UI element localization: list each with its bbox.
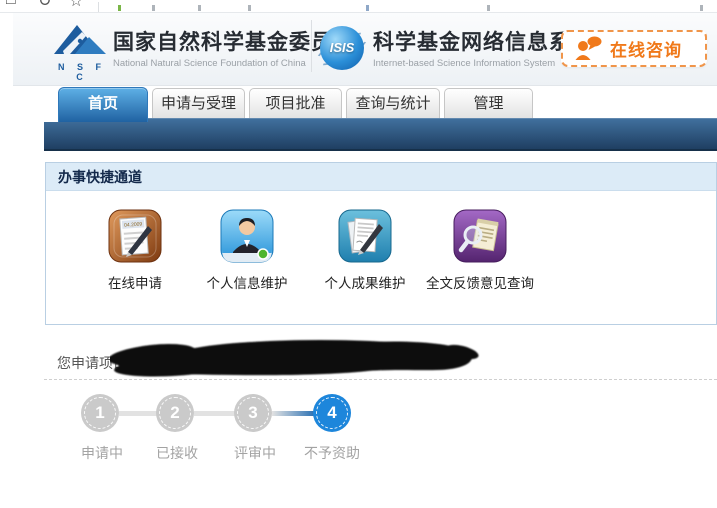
quick-channel-section: 办事快捷通道 04.2009 在线申请 个人信息维护 个人成果维护 全文反馈意见… <box>45 162 717 325</box>
step-label-under-review: 评审中 <box>234 445 276 461</box>
site-header: N S F C 国家自然科学基金委员会 National Natural Sci… <box>13 13 717 86</box>
svg-text:04.2009: 04.2009 <box>124 221 143 228</box>
step-label-not-funded: 不予资助 <box>304 445 360 461</box>
tab-management[interactable]: 管理 <box>444 88 533 118</box>
nsfc-title: 国家自然科学基金委员会 <box>113 31 355 54</box>
header-divider <box>311 20 312 72</box>
mountain-icon <box>54 25 106 54</box>
quick-item-label: 全文反馈意见查询 <box>426 276 534 291</box>
isis-subtitle: Internet-based Science Information Syste… <box>373 58 556 69</box>
url-text-fragment <box>198 5 201 11</box>
tab-query-statistics[interactable]: 查询与统计 <box>346 88 440 118</box>
window-icon[interactable]: □ <box>6 0 16 9</box>
quick-channel-title: 办事快捷通道 <box>46 163 716 191</box>
tab-home[interactable]: 首页 <box>58 87 148 122</box>
step-circle-not-funded: 4 <box>313 394 351 432</box>
url-text-fragment <box>487 5 490 11</box>
step-connector-2-3 <box>194 411 235 416</box>
quick-item-online-apply[interactable]: 04.2009 在线申请 <box>77 209 193 292</box>
isis-globe-icon: ISIS <box>320 26 364 70</box>
browser-chrome-strip: □ ↻ ☆ <box>0 0 717 13</box>
step-label-received: 已接收 <box>156 445 198 461</box>
quick-item-label: 在线申请 <box>108 276 162 291</box>
url-text-fragment <box>152 5 155 11</box>
feedback-search-icon <box>453 209 507 263</box>
tab-apply-accept[interactable]: 申请与受理 <box>152 88 245 118</box>
toolbar-divider <box>98 2 99 12</box>
step-circle-applying: 1 <box>81 394 119 432</box>
refresh-icon[interactable]: ↻ <box>38 0 51 11</box>
consult-button-label: 在线咨询 <box>610 41 682 60</box>
online-consult-button[interactable]: 在线咨询 <box>561 30 707 67</box>
isis-title: 科学基金网络信息系统 <box>373 31 593 54</box>
nsfc-acronym: N S F C <box>57 62 106 82</box>
online-apply-icon: 04.2009 <box>108 209 162 263</box>
quick-item-achievements[interactable]: 个人成果维护 <box>307 209 423 292</box>
step-circle-received: 2 <box>156 394 194 432</box>
bookmark-star-icon[interactable]: ☆ <box>69 0 83 11</box>
step-connector-3-4 <box>272 411 314 416</box>
url-text-fragment <box>366 5 369 11</box>
quick-item-label: 个人成果维护 <box>324 276 406 291</box>
quick-item-personal-info[interactable]: 个人信息维护 <box>189 209 305 292</box>
step-circle-under-review: 3 <box>234 394 272 432</box>
personal-info-icon <box>220 209 274 263</box>
quick-item-label: 个人信息维护 <box>206 276 288 291</box>
page: □ ↻ ☆ N S F C 国家自然科学基金委员会 National Natur… <box>0 0 717 508</box>
redaction-scribble <box>110 340 479 377</box>
step-connector-1-2 <box>119 411 157 416</box>
step-label-applying: 申请中 <box>81 445 123 461</box>
achievements-icon <box>338 209 392 263</box>
nsfc-logo: N S F C <box>53 24 107 82</box>
isis-brand-text: 科学基金网络信息系统 Internet-based Science Inform… <box>373 31 593 69</box>
quick-item-feedback-query[interactable]: 全文反馈意见查询 <box>422 209 538 292</box>
consult-person-icon <box>575 36 602 60</box>
url-text-fragment <box>248 5 251 11</box>
nav-bar <box>44 118 717 151</box>
url-text-fragment <box>118 5 121 11</box>
tab-project-approval[interactable]: 项目批准 <box>249 88 342 118</box>
nav-bar-notch <box>44 117 58 122</box>
url-text-fragment <box>700 5 703 11</box>
